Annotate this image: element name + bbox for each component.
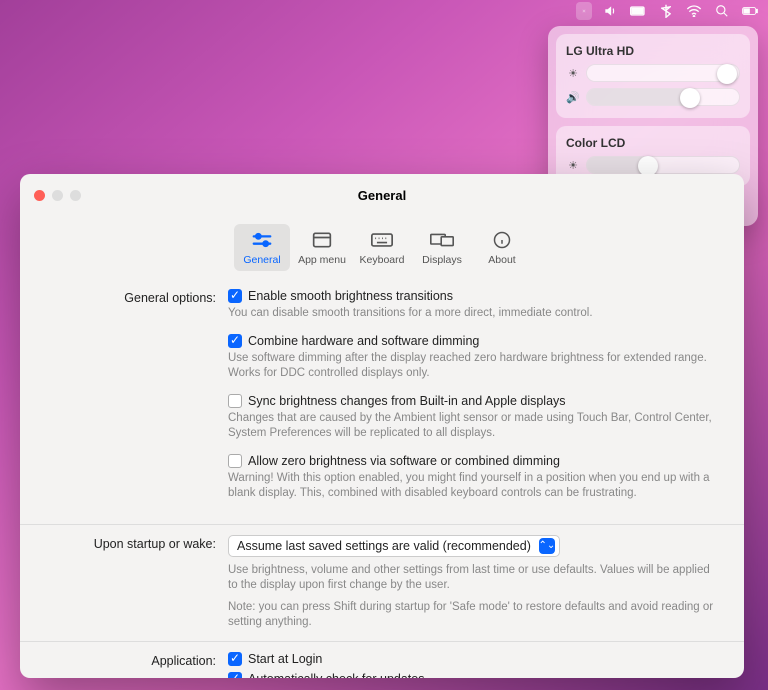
wifi-icon[interactable]: [686, 5, 702, 17]
content: General options: Enable smooth brightnes…: [20, 279, 744, 678]
option-label: Start at Login: [248, 652, 322, 666]
option-label: Allow zero brightness via software or co…: [248, 454, 560, 468]
tab-appmenu[interactable]: App menu: [294, 224, 350, 271]
battery-box-icon[interactable]: [630, 5, 646, 17]
window-title: General: [20, 188, 744, 203]
option-sync-brightness[interactable]: Sync brightness changes from Built-in an…: [228, 394, 720, 408]
titlebar: General: [20, 174, 744, 222]
brightness-icon: ☀: [566, 67, 580, 80]
divider: [20, 641, 744, 642]
option-desc: You can disable smooth transitions for a…: [228, 306, 720, 322]
option-note: Note: you can press Shift during startup…: [228, 600, 720, 631]
displays-icon: [430, 229, 454, 251]
tab-displays[interactable]: Displays: [414, 224, 470, 271]
tab-label: About: [488, 254, 515, 266]
checkbox[interactable]: [228, 394, 242, 408]
option-smooth-transitions[interactable]: Enable smooth brightness transitions: [228, 289, 720, 303]
brightness-slider[interactable]: ☀: [566, 64, 740, 82]
tab-label: App menu: [298, 254, 346, 266]
checkbox[interactable]: [228, 334, 242, 348]
tab-label: General: [243, 254, 280, 266]
tab-label: Displays: [422, 254, 462, 266]
option-label: Automatically check for updates: [248, 672, 424, 678]
toolbar: General App menu Keyboard Displays About: [20, 222, 744, 279]
sliders-icon: [251, 229, 273, 251]
display-title: Color LCD: [566, 136, 740, 150]
display-title: LG Ultra HD: [566, 44, 740, 58]
divider: [20, 524, 744, 525]
option-desc: Changes that are caused by the Ambient l…: [228, 411, 720, 442]
volume-icon[interactable]: [602, 4, 618, 18]
brightness-icon[interactable]: [576, 2, 592, 20]
window-icon: [312, 229, 332, 251]
tab-label: Keyboard: [360, 254, 405, 266]
select-value: Assume last saved settings are valid (re…: [237, 539, 531, 553]
option-label: Combine hardware and software dimming: [248, 334, 479, 348]
display-card: LG Ultra HD ☀ 🔊: [556, 34, 750, 118]
keyboard-icon: [371, 229, 393, 251]
tab-keyboard[interactable]: Keyboard: [354, 224, 410, 271]
section-label: Application:: [44, 652, 228, 668]
preferences-window: General General App menu Keyboard Displa…: [20, 174, 744, 678]
volume-slider[interactable]: 🔊: [566, 88, 740, 106]
tab-about[interactable]: About: [474, 224, 530, 271]
option-allow-zero[interactable]: Allow zero brightness via software or co…: [228, 454, 720, 468]
battery-half-icon[interactable]: [742, 5, 758, 17]
option-desc: Use brightness, volume and other setting…: [228, 563, 720, 594]
option-desc: Use software dimming after the display r…: [228, 351, 720, 382]
chevron-updown-icon: ⌃⌄: [539, 538, 555, 554]
tab-general[interactable]: General: [234, 224, 290, 271]
checkbox[interactable]: [228, 652, 242, 666]
checkbox[interactable]: [228, 672, 242, 678]
option-label: Enable smooth brightness transitions: [248, 289, 453, 303]
section-label: Upon startup or wake:: [44, 535, 228, 551]
brightness-icon: ☀: [566, 159, 580, 172]
bluetooth-icon[interactable]: [658, 4, 674, 18]
option-auto-update[interactable]: Automatically check for updates: [228, 672, 720, 678]
option-start-at-login[interactable]: Start at Login: [228, 652, 720, 666]
volume-icon: 🔊: [566, 91, 580, 104]
info-icon: [493, 229, 511, 251]
option-desc: Warning! With this option enabled, you m…: [228, 471, 720, 502]
search-icon[interactable]: [714, 4, 730, 18]
checkbox[interactable]: [228, 289, 242, 303]
section-label: General options:: [44, 289, 228, 305]
brightness-slider[interactable]: ☀: [566, 156, 740, 174]
option-combine-dimming[interactable]: Combine hardware and software dimming: [228, 334, 720, 348]
menubar: [568, 0, 768, 22]
checkbox[interactable]: [228, 454, 242, 468]
startup-behavior-select[interactable]: Assume last saved settings are valid (re…: [228, 535, 560, 557]
option-label: Sync brightness changes from Built-in an…: [248, 394, 566, 408]
